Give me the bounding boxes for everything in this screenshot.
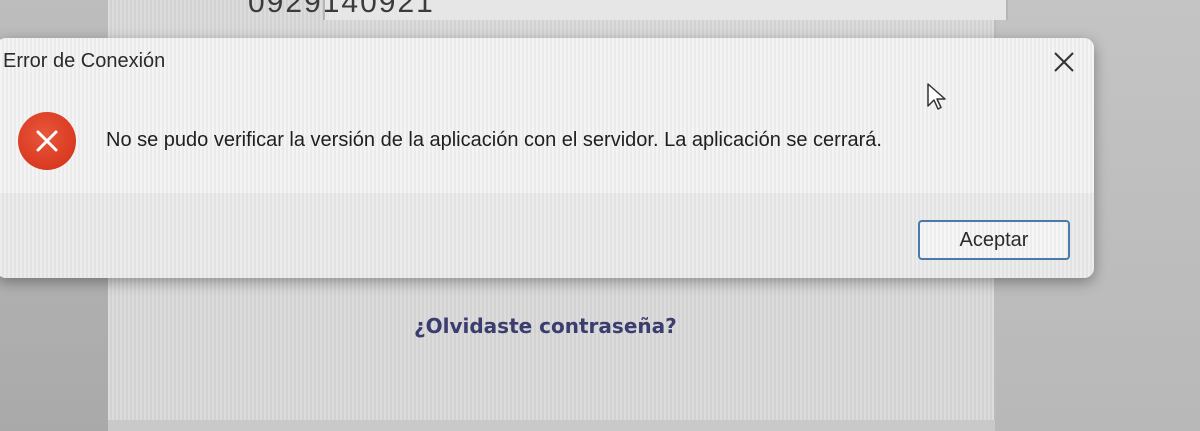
dialog-title: Error de Conexión	[3, 50, 166, 72]
mouse-cursor-icon	[926, 82, 948, 117]
login-field-value: 0929140921	[248, 0, 435, 19]
accept-button[interactable]: Aceptar	[918, 220, 1070, 260]
error-message: No se pudo verificar la versión de la ap…	[106, 129, 882, 151]
close-button[interactable]	[1044, 44, 1084, 80]
error-icon	[18, 112, 76, 170]
close-icon	[1054, 52, 1074, 72]
error-dialog: Error de Conexión No se pudo verificar l…	[0, 38, 1094, 278]
forgot-password-link[interactable]: ¿Olvidaste contraseña?	[414, 314, 677, 338]
